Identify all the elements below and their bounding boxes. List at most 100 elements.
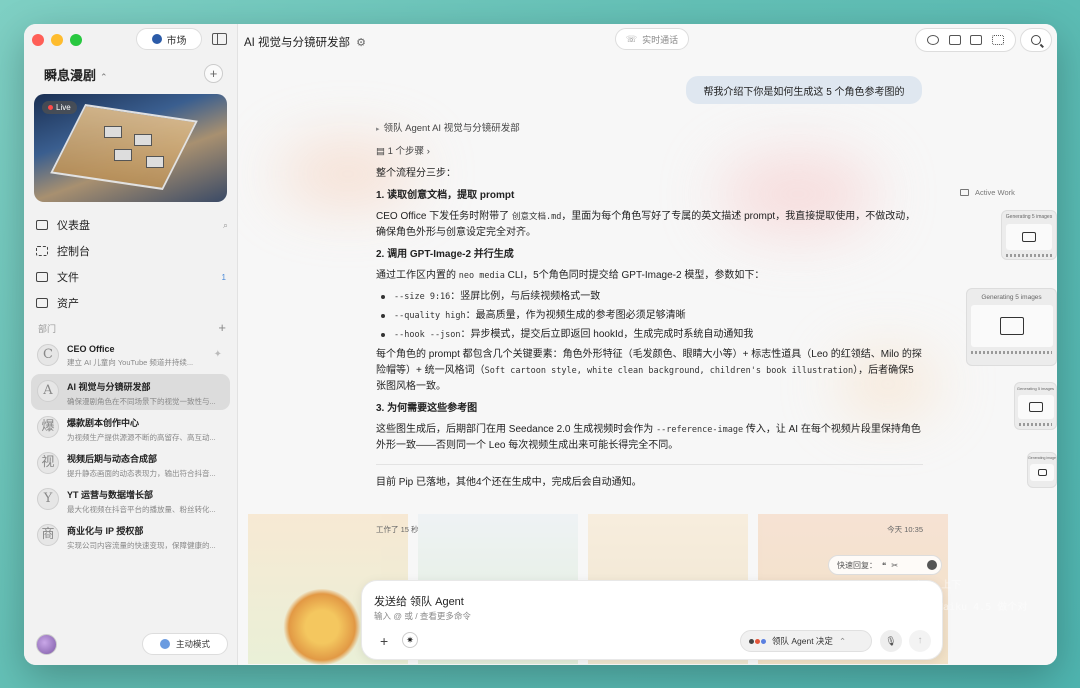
sidebar: 市场 瞬息漫剧 ⌃ + Live 仪表盘 ⌕ 控制台 文件 1 资产 部门 + … <box>24 24 238 665</box>
add-workspace-button[interactable]: + <box>204 64 223 83</box>
live-call-button[interactable]: ☏ 实时通话 <box>615 28 689 50</box>
section-heading: 3. 为何需要这些参考图 <box>376 403 478 414</box>
add-department-button[interactable]: + <box>218 320 226 335</box>
closing-text: 目前 Pip 已落地，其他4个还在生成中，完成后会自动通知。 <box>376 477 642 488</box>
workspace-switcher[interactable]: 瞬息漫剧 ⌃ <box>44 65 108 84</box>
department-item-script[interactable]: 爆 爆款剧本创作中心 为视频生产提供源源不断的高留存、高互动... <box>31 410 230 446</box>
live-label: Live <box>56 103 71 112</box>
paragraph: CEO Office 下发任务时附带了 创意文档.md，里面为每个角色写好了专属… <box>376 209 923 241</box>
paragraph: 通过工作区内置的 neo media CLI，5个角色同时提交给 GPT-Ima… <box>376 268 923 284</box>
sidebar-toggle-icon[interactable] <box>212 33 227 45</box>
department-desc: 最大化视频在抖音平台的播放量、粉丝转化... <box>67 505 216 514</box>
agent-select[interactable]: 领队 Agent 决定 ⌃ <box>740 630 872 652</box>
scissors-icon[interactable]: ✂ <box>891 561 898 570</box>
globe-icon <box>151 34 162 44</box>
sidebar-item-console[interactable]: 控制台 <box>36 238 228 264</box>
steps-toggle[interactable]: ▤ 1 个步骤 › <box>376 144 923 160</box>
gear-icon[interactable]: ⚙ <box>356 37 366 49</box>
sparkle-button[interactable]: ✷ <box>402 632 418 648</box>
card-label: Generating 5 images <box>1016 386 1055 391</box>
folder-icon[interactable] <box>970 35 983 45</box>
message-footer: 工作了 15 秒 今天 10:35 <box>376 524 923 535</box>
steps-label: 1 个步骤 <box>387 146 425 157</box>
people-icon[interactable] <box>926 35 939 45</box>
sidebar-item-label: 控制台 <box>57 246 90 258</box>
microphone-button[interactable]: 🎙 <box>880 630 902 652</box>
progress-dots <box>1006 254 1052 257</box>
calendar-icon[interactable] <box>948 35 961 45</box>
send-button[interactable]: ↑ <box>909 630 931 652</box>
department-item-ceo-office[interactable]: C CEO Office 建立 AI 儿童向 YouTube 频道并持续... … <box>31 338 230 374</box>
composer-title: 发送给 领队 Agent <box>374 596 464 608</box>
briefcase-icon <box>36 298 48 308</box>
department-item-ai-visual[interactable]: A AI 视觉与分镜研发部 确保漫剧角色在不同场景下的视觉一致性与... <box>31 374 230 410</box>
search-icon[interactable]: ⌕ <box>223 220 228 231</box>
department-desc: 提升静态画面的动态表现力，输出符合抖音... <box>67 469 216 478</box>
message-time: 今天 10:35 <box>887 525 923 534</box>
lion-illustration <box>282 589 362 665</box>
department-item-post-production[interactable]: 视 视频后期与动态合成部 提升静态画面的动态表现力，输出符合抖音... <box>31 446 230 482</box>
sidebar-item-files[interactable]: 文件 1 <box>36 264 228 290</box>
arrow-circle-icon[interactable] <box>927 560 937 570</box>
active-work-card[interactable]: Generating 5 images <box>1014 382 1057 430</box>
files-count-badge: 1 <box>221 272 226 282</box>
department-desc: 确保漫剧角色在不同场景下的视觉一致性与... <box>67 397 216 406</box>
text: 这些图生成后，后期部门在用 Seedance 2.0 生成视频时会作为 <box>376 424 657 435</box>
app-window: 市场 瞬息漫剧 ⌃ + Live 仪表盘 ⌕ 控制台 文件 1 资产 部门 + … <box>24 24 1057 665</box>
active-work-card[interactable]: Generating image <box>1027 452 1057 488</box>
active-work-icon <box>960 189 969 196</box>
desk-image <box>134 134 152 146</box>
agent-attribution[interactable]: ▸ 领队 Agent AI 视觉与分镜研发部 <box>376 121 923 138</box>
market-label: 市场 <box>166 35 187 47</box>
active-work-card[interactable]: Generating 5 images <box>966 288 1057 366</box>
list-item: --hook --json：异步模式，提交后立即返回 hookId，生成完成时系… <box>376 327 923 343</box>
text: 通过工作区内置的 <box>376 270 459 281</box>
message-composer[interactable]: 发送给 领队 Agent 输入 @ 或 / 查看更多命令 + ✷ 领队 Agen… <box>361 580 943 660</box>
clipboard-icon: ▤ <box>376 146 385 157</box>
active-work-card[interactable]: Generating 5 images <box>1001 210 1057 260</box>
active-mode-button[interactable]: 主动模式 <box>142 633 228 655</box>
agent-select-label: 领队 Agent 决定 <box>772 636 833 646</box>
sidebar-nav: 仪表盘 ⌕ 控制台 文件 1 资产 <box>36 212 228 316</box>
attach-button[interactable]: + <box>380 633 388 649</box>
department-avatar: Y <box>37 488 59 510</box>
quote-icon[interactable]: ❝ <box>882 561 886 570</box>
minimize-window-button[interactable] <box>51 34 63 46</box>
sidebar-item-dashboard[interactable]: 仪表盘 ⌕ <box>36 212 228 238</box>
live-office-preview[interactable]: Live <box>34 94 227 202</box>
agent-name: 领队 Agent AI 视觉与分镜研发部 <box>383 123 520 134</box>
toolbar-group <box>915 28 1016 52</box>
department-desc: 为视频生产提供源源不断的高留存、高互动... <box>67 433 216 442</box>
text: / Haiku 4.5 做个对 <box>925 602 1028 613</box>
sidebar-item-label: 资产 <box>57 298 79 310</box>
call-label: 实时通话 <box>642 34 679 45</box>
chevron-right-icon: › <box>426 146 430 157</box>
department-item-commercial[interactable]: 商 商业化与 IP 授权部 实现公司内容流量的快速变现，保障健康的... <box>31 518 230 554</box>
user-avatar[interactable] <box>36 634 57 655</box>
department-name: 爆款剧本创作中心 <box>67 418 140 428</box>
page-title: AI 视觉与分镜研发部 <box>244 37 351 49</box>
quick-reply-bar: 快速回复： ❝ ✂ <box>828 555 942 575</box>
card-label: Generating 5 images <box>1005 214 1053 220</box>
sidebar-item-assets[interactable]: 资产 <box>36 290 228 316</box>
department-name: 视频后期与动态合成部 <box>67 454 158 464</box>
sidebar-item-label: 仪表盘 <box>57 220 90 232</box>
image-placeholder <box>970 305 1053 347</box>
list-item: --quality high：最高质量，作为视频生成的参考图必须足够清晰 <box>376 308 923 324</box>
search-button[interactable] <box>1020 28 1052 52</box>
progress-dots <box>1019 423 1052 426</box>
main-panel: AI 视觉与分镜研发部 ⚙ ☏ 实时通话 帮我介绍下你是如何生成这 5 个角色参考… <box>238 24 1057 665</box>
composer-placeholder: 输入 @ 或 / 查看更多命令 <box>374 611 471 621</box>
close-window-button[interactable] <box>32 34 44 46</box>
active-work-header: Active Work <box>960 188 1015 197</box>
zoom-window-button[interactable] <box>70 34 82 46</box>
grid-icon[interactable] <box>992 35 1005 45</box>
department-desc: 实现公司内容流量的快速变现，保障健康的... <box>67 541 216 550</box>
quick-reply-label: 快速回复： <box>837 560 877 570</box>
departments-label: 部门 <box>38 324 57 334</box>
text: ：竖屏比例，与后续视频格式一致 <box>450 291 601 302</box>
phone-icon: ☏ <box>625 33 638 44</box>
department-avatar: A <box>37 380 59 402</box>
department-item-yt-growth[interactable]: Y YT 运营与数据增长部 最大化视频在抖音平台的播放量、粉丝转化... <box>31 482 230 518</box>
market-button[interactable]: 市场 <box>136 28 202 50</box>
